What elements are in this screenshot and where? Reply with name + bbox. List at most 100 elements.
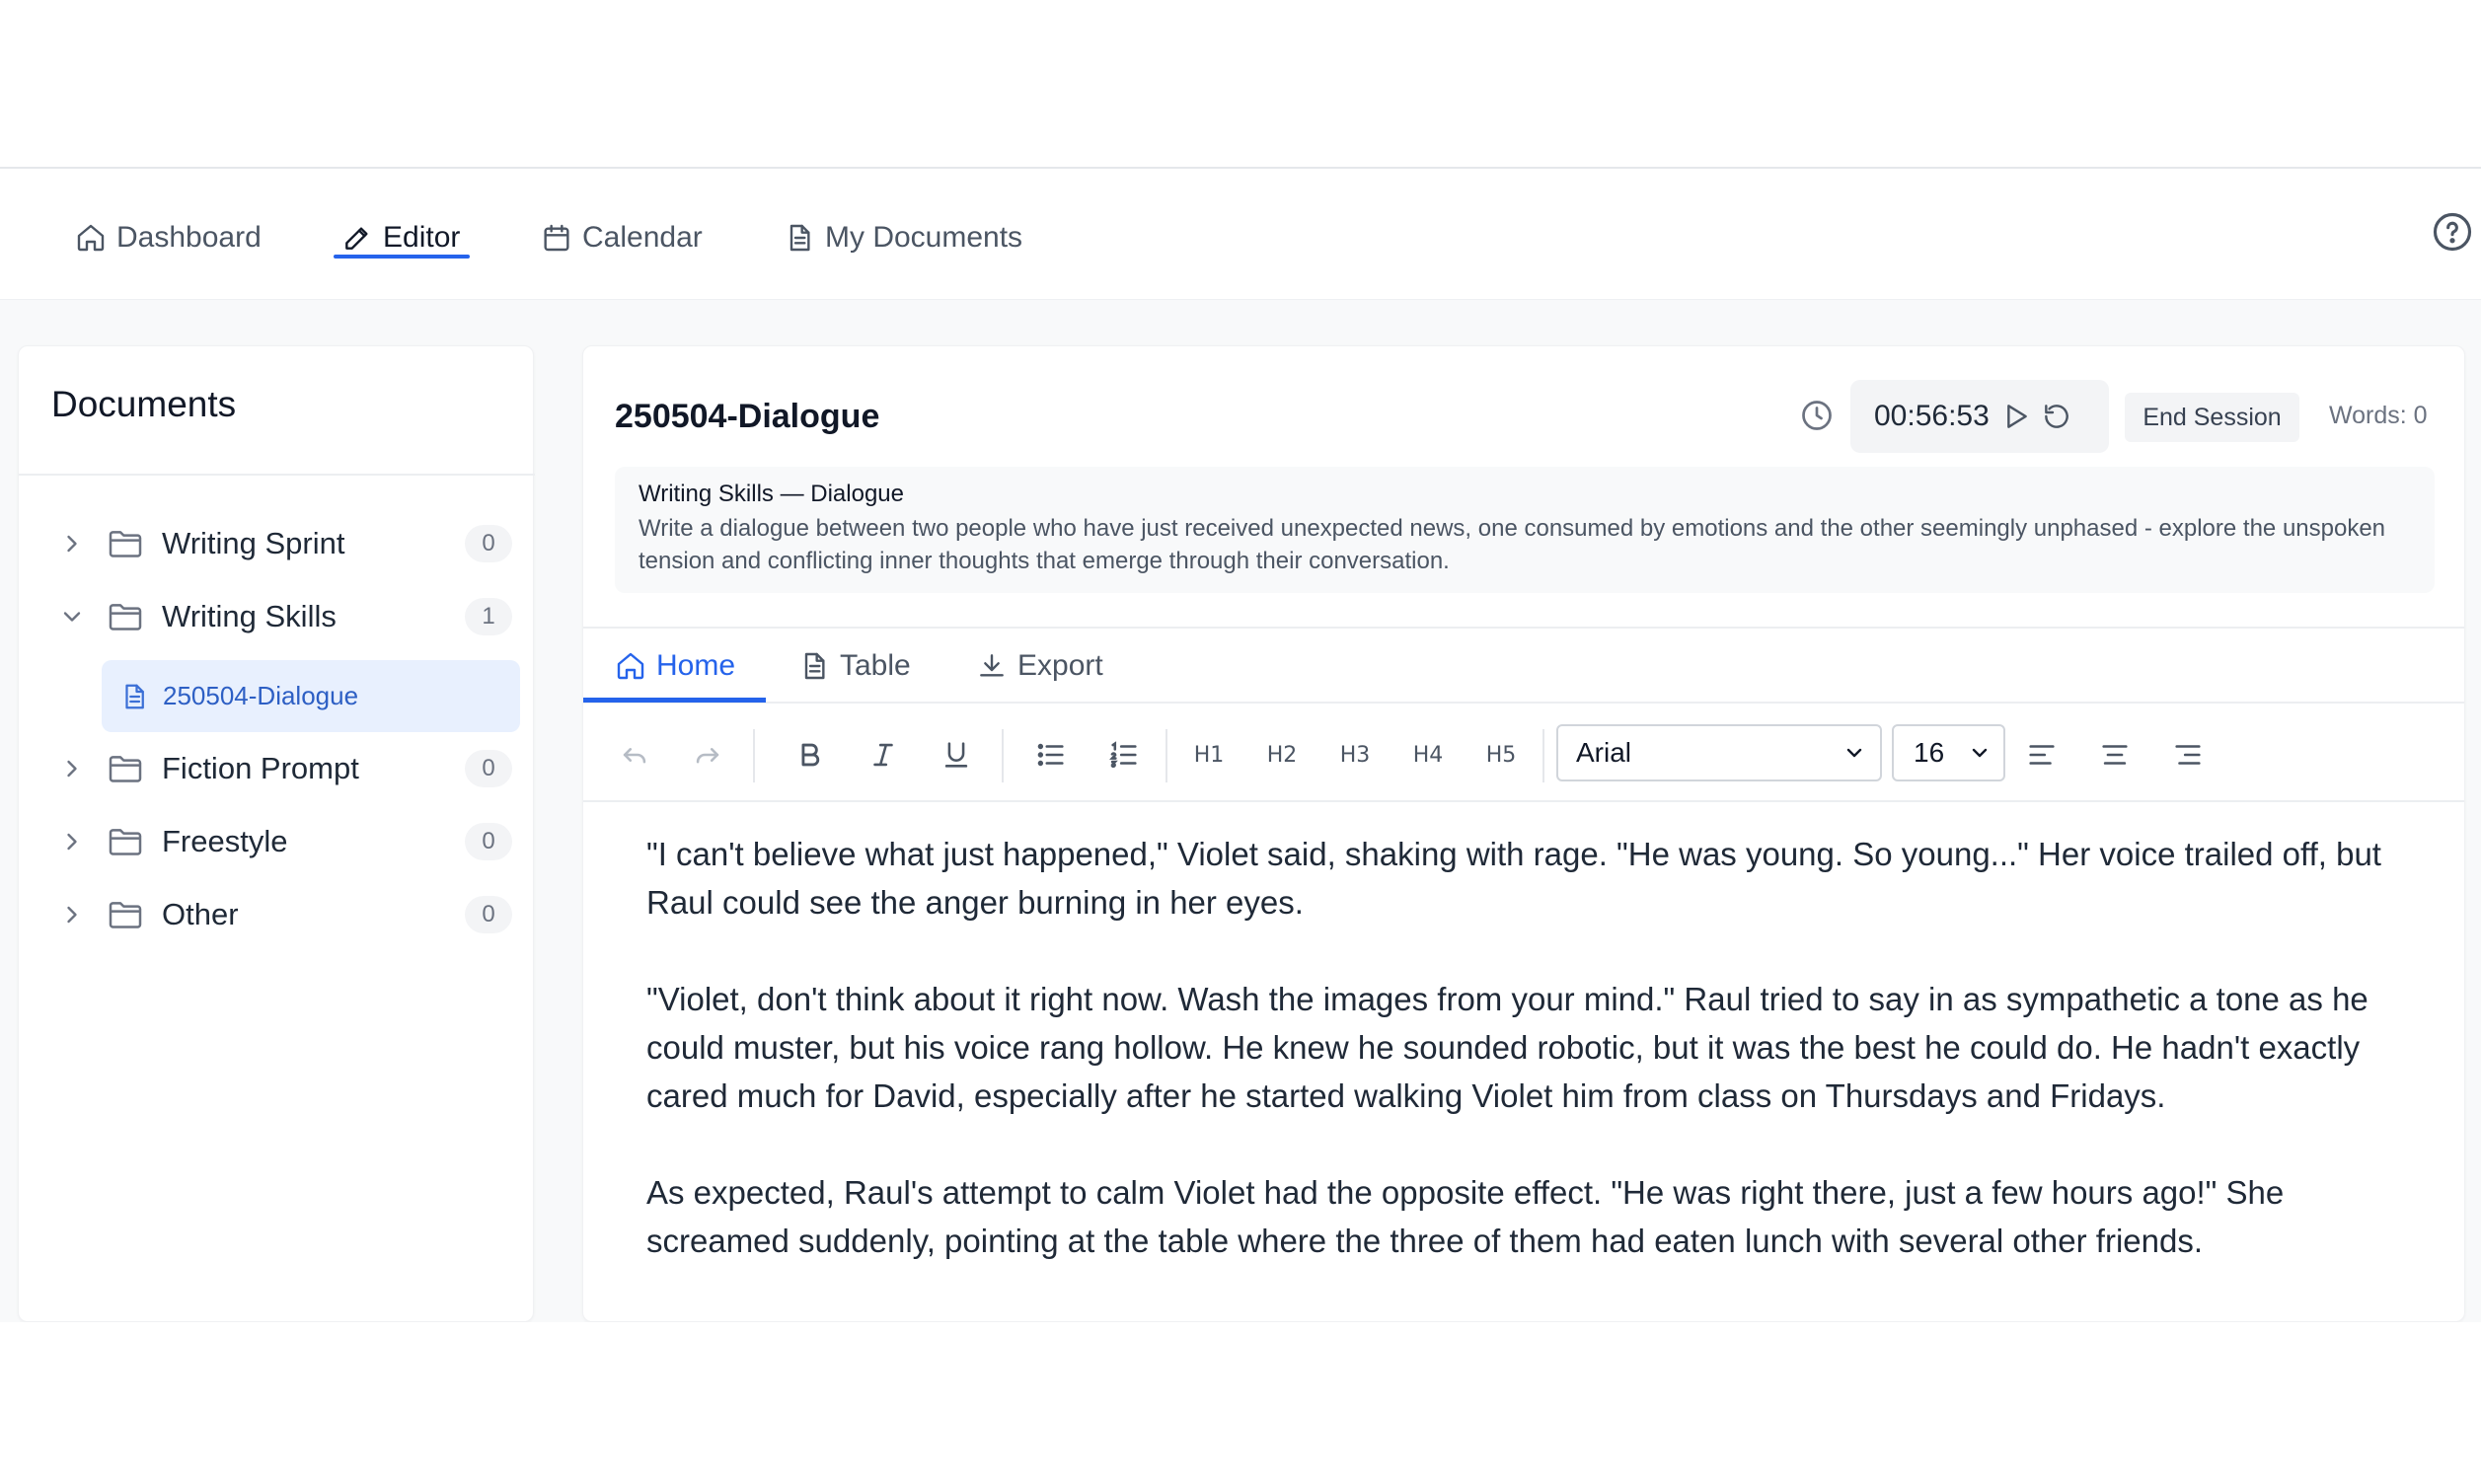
formatting-toolbar: H1 H2 H3 H4 H5 Arial 16 (583, 704, 2464, 802)
underline-icon (944, 742, 968, 768)
heading-4-button[interactable]: H4 (1406, 733, 1450, 777)
document-icon (789, 224, 810, 252)
document-title: 250504-Dialogue (615, 398, 880, 435)
align-right-icon (2175, 745, 2201, 765)
heading-1-label: H1 (1193, 742, 1225, 768)
document-item-selected[interactable]: 250504-Dialogue (102, 660, 520, 732)
heading-3-button[interactable]: H3 (1333, 733, 1377, 777)
text-editor[interactable]: "I can't believe what just happened," Vi… (646, 830, 2423, 1313)
tab-home[interactable]: Home (615, 629, 735, 704)
nav-active-indicator (334, 255, 470, 259)
folder-writing-skills[interactable]: Writing Skills 1 (58, 587, 512, 646)
heading-2-button[interactable]: H2 (1260, 733, 1304, 777)
tab-export-label: Export (1017, 649, 1103, 682)
font-size-select[interactable]: 16 (1892, 724, 2005, 781)
bullet-list-button[interactable] (1029, 733, 1073, 777)
chevron-right-icon[interactable] (58, 901, 86, 928)
nav-calendar-label: Calendar (582, 221, 703, 254)
chevron-right-icon[interactable] (58, 828, 86, 855)
heading-5-button[interactable]: H5 (1479, 733, 1523, 777)
italic-button[interactable] (862, 733, 905, 777)
tab-table-label: Table (840, 649, 911, 682)
folder-label: Writing Skills (162, 599, 337, 633)
numbered-list-icon (1109, 741, 1137, 768)
heading-3-label: H3 (1339, 742, 1371, 768)
clock-icon (1802, 401, 1832, 430)
folder-label: Writing Sprint (162, 526, 345, 560)
redo-icon (696, 748, 719, 764)
undo-button[interactable] (613, 733, 656, 777)
align-left-icon (2029, 745, 2055, 765)
reset-icon[interactable] (2041, 401, 2072, 432)
chevron-down-icon[interactable] (58, 603, 86, 631)
chevron-right-icon[interactable] (58, 755, 86, 782)
nav-dashboard[interactable]: Dashboard (75, 208, 262, 267)
paragraph: As expected, Raul's attempt to calm Viol… (646, 1174, 2285, 1259)
folder-count-badge: 0 (465, 750, 512, 787)
help-circle-icon[interactable] (2432, 211, 2473, 253)
play-icon[interactable] (1999, 401, 2031, 432)
nav-editor-label: Editor (383, 221, 461, 254)
bold-button[interactable] (789, 733, 832, 777)
font-family-value: Arial (1576, 737, 1632, 768)
tab-export[interactable]: Export (976, 629, 1103, 704)
underline-button[interactable] (935, 733, 978, 777)
folder-label: Other (162, 897, 239, 931)
folder-count-badge: 0 (465, 525, 512, 562)
end-session-button[interactable]: End Session (2125, 393, 2299, 442)
documents-sidebar: Documents Writing Sprint 0 Writing Skill… (18, 345, 535, 1322)
timer-value: 00:56:53 (1874, 400, 1990, 432)
folder-icon (109, 531, 142, 557)
nav-editor[interactable]: Editor (341, 208, 460, 267)
document-icon (125, 684, 144, 708)
align-center-button[interactable] (2093, 733, 2137, 777)
heading-5-label: H5 (1485, 742, 1517, 768)
toolbar-divider (753, 729, 755, 782)
bold-icon (801, 743, 820, 767)
tab-active-indicator (583, 698, 766, 703)
font-family-select[interactable]: Arial (1556, 724, 1882, 781)
chevron-right-icon[interactable] (58, 530, 86, 557)
folder-icon (109, 902, 142, 928)
heading-1-button[interactable]: H1 (1187, 733, 1231, 777)
folder-freestyle[interactable]: Freestyle 0 (58, 812, 512, 871)
folder-other[interactable]: Other 0 (58, 885, 512, 944)
italic-icon (873, 743, 893, 767)
folder-label: Fiction Prompt (162, 751, 359, 785)
folder-label: Freestyle (162, 824, 288, 858)
heading-4-label: H4 (1412, 742, 1444, 768)
folder-open-icon (109, 604, 142, 631)
undo-icon (623, 748, 646, 764)
redo-button[interactable] (686, 733, 729, 777)
folder-count-badge: 1 (465, 598, 512, 635)
folder-writing-sprint[interactable]: Writing Sprint 0 (58, 514, 512, 573)
bullet-list-icon (1037, 743, 1064, 767)
font-size-value: 16 (1914, 737, 1945, 768)
main-nav: Dashboard Editor Calendar My Documents (0, 169, 2481, 300)
numbered-list-button[interactable] (1102, 733, 1146, 777)
nav-calendar[interactable]: Calendar (541, 208, 703, 267)
prompt-text: Write a dialogue between two people who … (639, 515, 2386, 574)
ribbon-tabs: Home Table Export (583, 627, 2464, 704)
folder-icon (109, 829, 142, 855)
tab-table[interactable]: Table (798, 629, 911, 704)
nav-my-documents-label: My Documents (825, 221, 1023, 254)
nav-dashboard-label: Dashboard (116, 221, 262, 254)
divider (19, 474, 535, 476)
folder-icon (109, 756, 142, 782)
folder-fiction-prompt[interactable]: Fiction Prompt 0 (58, 739, 512, 798)
align-right-button[interactable] (2166, 733, 2210, 777)
toolbar-divider (1165, 729, 1167, 782)
download-icon (980, 654, 1004, 677)
home-icon (77, 224, 105, 252)
word-count: Words: 0 (2329, 402, 2428, 429)
align-left-button[interactable] (2020, 733, 2064, 777)
nav-my-documents[interactable]: My Documents (784, 208, 1022, 267)
calendar-icon (544, 224, 569, 252)
writing-prompt: Writing Skills — Dialogue Write a dialog… (615, 467, 2435, 593)
home-icon (617, 652, 644, 680)
top-blank-bar (0, 0, 2481, 169)
sidebar-title: Documents (51, 384, 237, 424)
tab-home-label: Home (656, 649, 736, 682)
toolbar-divider (1542, 729, 1544, 782)
